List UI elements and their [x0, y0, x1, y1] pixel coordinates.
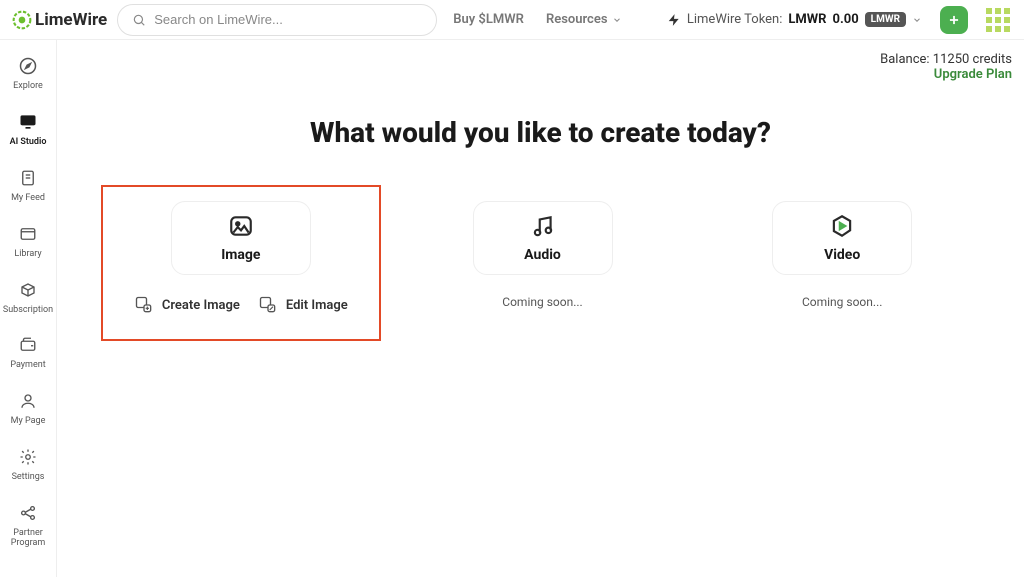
logo-text: LimeWire [35, 10, 107, 30]
sidebar-item-explore[interactable]: Explore [0, 54, 56, 92]
balance-info: Balance: 11250 credits Upgrade Plan [880, 52, 1012, 82]
token-badge: LMWR [865, 12, 906, 27]
person-icon [16, 389, 40, 413]
plus-icon [947, 13, 961, 27]
sidebar-item-label: AI Studio [10, 138, 47, 148]
sidebar-item-partner-program[interactable]: Partner Program [0, 501, 56, 549]
video-card[interactable]: Video [772, 201, 912, 275]
sidebar-item-label: Partner Program [0, 529, 56, 549]
image-icon [228, 213, 254, 239]
token-symbol: LMWR [788, 12, 826, 27]
sidebar-item-payment[interactable]: Payment [0, 333, 56, 371]
display-icon [16, 110, 40, 134]
token-value: 0.00 [833, 12, 859, 27]
share-icon [16, 501, 40, 525]
sub-action-label: Create Image [162, 298, 240, 313]
creation-cards-row: Image Create Image Edit Image [81, 185, 1000, 341]
wallet-icon [16, 333, 40, 357]
balance-text: Balance: 11250 credits [880, 52, 1012, 67]
header: LimeWire Buy $LMWR Resources LimeWire To… [0, 0, 1024, 40]
sub-action-label: Edit Image [286, 298, 348, 313]
token-label: LimeWire Token: [687, 12, 783, 27]
gear-icon [16, 445, 40, 469]
sidebar-item-label: Payment [10, 361, 45, 371]
video-icon [829, 213, 855, 239]
sidebar-item-subscription[interactable]: Subscription [0, 278, 56, 316]
audio-icon [530, 213, 556, 239]
audio-card-container: Audio Coming soon... [405, 185, 681, 341]
sidebar-item-label: Explore [13, 82, 43, 92]
audio-card[interactable]: Audio [473, 201, 613, 275]
sidebar-item-my-feed[interactable]: My Feed [0, 166, 56, 204]
resources-dropdown[interactable]: Resources [546, 12, 622, 27]
document-icon [16, 166, 40, 190]
sidebar-item-label: Library [14, 250, 41, 260]
sidebar-item-label: Subscription [3, 306, 53, 316]
logo[interactable]: LimeWire [12, 10, 107, 30]
sidebar-item-label: My Page [11, 417, 46, 427]
edit-image-action[interactable]: Edit Image [258, 295, 348, 315]
sidebar-item-label: My Feed [11, 194, 45, 204]
image-card[interactable]: Image [171, 201, 311, 275]
coming-soon-text: Coming soon... [502, 295, 582, 309]
compass-icon [16, 54, 40, 78]
image-card-container: Image Create Image Edit Image [101, 185, 381, 341]
sidebar-item-library[interactable]: Library [0, 222, 56, 260]
token-balance[interactable]: LimeWire Token: LMWR 0.00 LMWR [667, 12, 922, 27]
user-avatar[interactable] [984, 6, 1012, 34]
card-label: Video [824, 247, 860, 263]
lightning-icon [667, 13, 681, 27]
card-label: Audio [524, 247, 561, 263]
box-icon [16, 278, 40, 302]
search-icon [132, 13, 146, 27]
page-title: What would you like to create today? [81, 116, 1000, 149]
coming-soon-text: Coming soon... [802, 295, 882, 309]
buy-lmwr-link[interactable]: Buy $LMWR [453, 12, 524, 27]
chevron-down-icon [912, 15, 922, 25]
sidebar-item-settings[interactable]: Settings [0, 445, 56, 483]
video-card-container: Video Coming soon... [704, 185, 980, 341]
sidebar-item-label: Settings [12, 473, 45, 483]
limewire-logo-icon [12, 10, 32, 30]
create-image-action[interactable]: Create Image [134, 295, 240, 315]
upgrade-plan-link[interactable]: Upgrade Plan [880, 67, 1012, 82]
search-box[interactable] [117, 4, 437, 36]
chevron-down-icon [612, 15, 622, 25]
avatar-icon [986, 8, 1010, 32]
create-image-icon [134, 295, 154, 315]
main-content: Balance: 11250 credits Upgrade Plan What… [57, 40, 1024, 577]
sidebar: Explore AI Studio My Feed Library [0, 40, 57, 577]
library-icon [16, 222, 40, 246]
sidebar-item-ai-studio[interactable]: AI Studio [0, 110, 56, 148]
sidebar-item-my-page[interactable]: My Page [0, 389, 56, 427]
card-label: Image [221, 247, 260, 263]
resources-label: Resources [546, 12, 608, 27]
edit-image-icon [258, 295, 278, 315]
search-input[interactable] [154, 12, 422, 27]
add-button[interactable] [940, 6, 968, 34]
image-sub-actions: Create Image Edit Image [134, 295, 348, 315]
